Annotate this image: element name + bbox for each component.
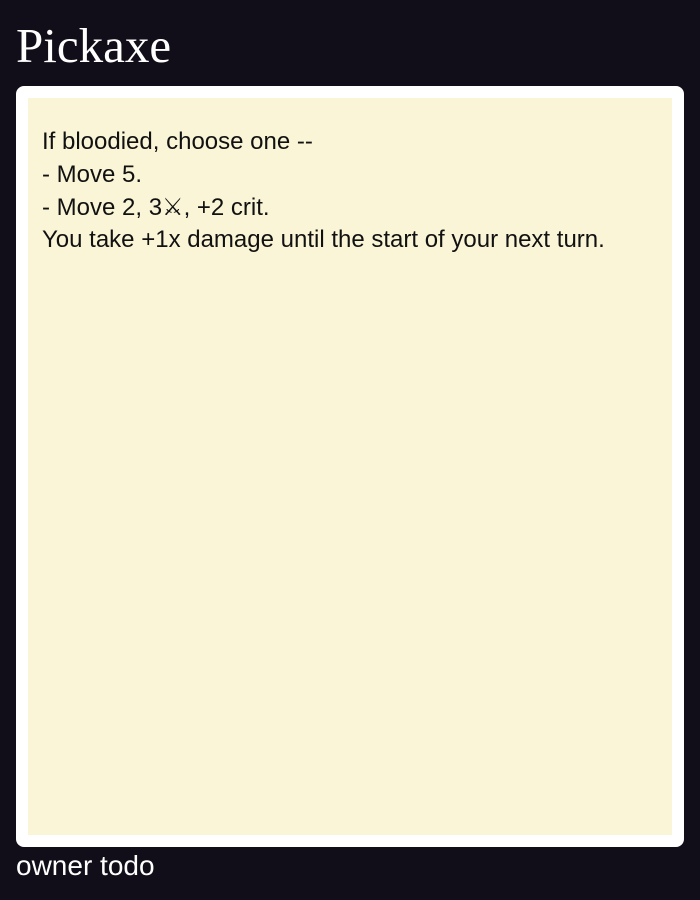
owner-label: owner todo — [16, 850, 155, 881]
rule-line-option-2: - Move 2, 3⚔, +2 crit. — [42, 194, 270, 221]
card-description: If bloodied, choose one -- - Move 5. - M… — [28, 98, 672, 835]
rule-line-option-1: - Move 5. — [42, 161, 143, 188]
card-frame: If bloodied, choose one -- - Move 5. - M… — [16, 86, 684, 847]
rule-line-condition: If bloodied, choose one -- — [42, 128, 313, 155]
rule-line-drawback: You take +1x damage until the start of y… — [42, 226, 605, 253]
card-title: Pickaxe — [16, 18, 172, 73]
